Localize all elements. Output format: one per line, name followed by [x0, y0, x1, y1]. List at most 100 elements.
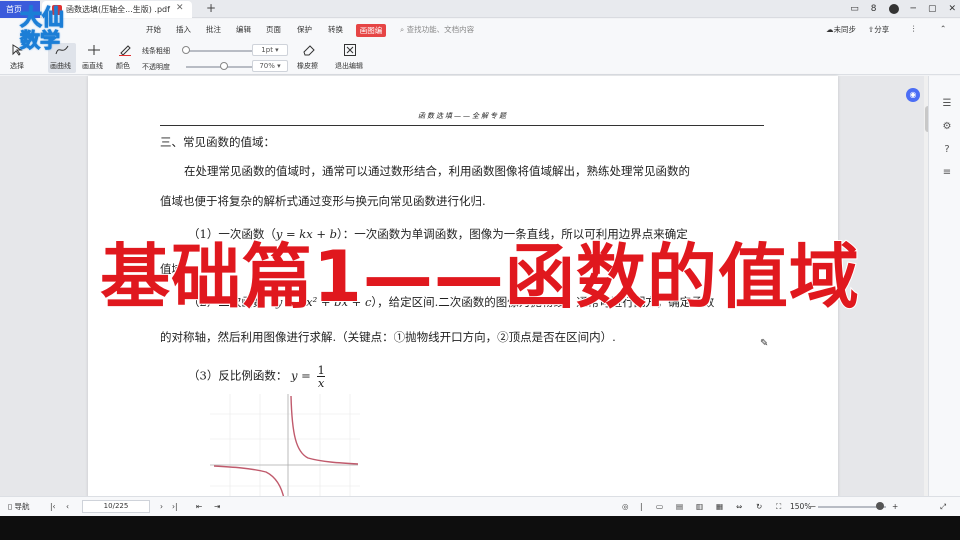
avatar[interactable]: [888, 4, 899, 14]
share-label: 分享: [874, 25, 890, 34]
more-icon[interactable]: ⋮: [910, 24, 918, 33]
free-curve-icon[interactable]: [55, 44, 69, 56]
double-page-icon[interactable]: ▥: [696, 501, 703, 513]
menu-item-convert[interactable]: 转换: [328, 24, 343, 35]
fraction: 1 x: [317, 364, 325, 390]
help-icon[interactable]: ?: [941, 144, 953, 156]
close-window-icon[interactable]: ✕: [948, 0, 956, 18]
line-thickness-label: 线条粗细: [142, 47, 170, 55]
outline-icon[interactable]: ☰: [941, 98, 953, 110]
notification-badge[interactable]: 8: [871, 0, 877, 18]
straight-line-icon[interactable]: [87, 44, 101, 56]
nav-label: 导航: [14, 502, 30, 511]
exit-edit-icon[interactable]: [343, 44, 357, 56]
paragraph-line: 在处理常见函数的值域时，通常可以通过数形结合，利用函数图像将值域解出，熟练处理常…: [184, 164, 690, 178]
sync-status[interactable]: ☁未同步: [826, 24, 856, 35]
fraction-denominator: x: [317, 376, 325, 390]
zoom-in-icon[interactable]: +: [892, 501, 898, 513]
properties-icon[interactable]: ⚙: [941, 121, 953, 133]
share-button[interactable]: ⇧分享: [868, 24, 889, 35]
tab-bar: 首页 函数选填(压轴全...生版) .pdf ✕ + ▭ 8 ─ ▢ ✕: [0, 0, 960, 18]
zoom-level[interactable]: 150%: [790, 501, 811, 513]
fit-width-icon[interactable]: ⇔: [736, 501, 742, 513]
menu-item-edit[interactable]: 编辑: [236, 24, 251, 35]
opacity-select[interactable]: 70% ▾: [252, 60, 288, 72]
draw-toolbar: 选择 画曲线 画直线 颜色 线条粗细 不透明度 1pt ▾ 70% ▾ 橡皮擦 …: [0, 41, 960, 75]
pen-color-icon[interactable]: [118, 44, 132, 56]
first-page-icon[interactable]: |‹: [50, 501, 56, 513]
opacity-slider[interactable]: [186, 66, 252, 68]
thickness-slider-knob[interactable]: [182, 46, 190, 54]
opacity-slider-knob[interactable]: [220, 62, 228, 70]
zoom-slider-knob[interactable]: [876, 502, 884, 510]
exit-edit-label[interactable]: 退出编辑: [335, 61, 363, 71]
opacity-value: 70%: [259, 62, 275, 70]
adjust-icon[interactable]: ≡: [941, 167, 953, 179]
cloud-icon: ☁: [826, 25, 834, 34]
paragraph-line: 的对称轴，然后利用图像进行求解.（关键点：①抛物线开口方向，②顶点是否在区间内）…: [160, 330, 616, 344]
search-input[interactable]: ⌕ 查找功能、文档内容: [400, 24, 474, 35]
fullscreen-icon[interactable]: ⛶: [776, 501, 781, 513]
opacity-label: 不透明度: [142, 63, 170, 71]
eraser-label[interactable]: 橡皮擦: [297, 61, 318, 71]
menu-item-start[interactable]: 开始: [146, 24, 161, 35]
inverse-formula-lhs: y =: [290, 368, 311, 383]
continuous-page-icon[interactable]: ▤: [676, 501, 683, 513]
select-tool-label[interactable]: 选择: [10, 61, 24, 71]
menu-item-annotate[interactable]: 批注: [206, 24, 221, 35]
rotate-icon[interactable]: ↻: [756, 501, 762, 513]
color-label[interactable]: 颜色: [116, 61, 130, 71]
search-placeholder: 查找功能、文档内容: [406, 25, 475, 34]
section-heading: 三、常见函数的值域：: [160, 135, 275, 149]
select-arrow-icon[interactable]: [10, 44, 24, 56]
page-number-input[interactable]: 10/225: [82, 500, 150, 513]
prev-page-icon[interactable]: ‹: [66, 501, 69, 513]
sync-label: 未同步: [833, 25, 857, 34]
status-bar: ▯ 导航 |‹ ‹ 10/225 › ›| ⇤ ⇥ ◎ | ▭ ▤ ▥ ▦ ⇔ …: [0, 496, 960, 516]
thickness-select[interactable]: 1pt ▾: [252, 44, 288, 56]
menu-bar: 开始 插入 批注 编辑 页面 保护 转换 画图编 ⌕ 查找功能、文档内容 ☁未同…: [0, 19, 960, 41]
reading-mode-icon[interactable]: ◎: [622, 501, 629, 513]
divider: |: [640, 502, 643, 511]
book-mode-icon[interactable]: ▦: [716, 501, 723, 513]
menu-item-insert[interactable]: 插入: [176, 24, 191, 35]
header-rule: [160, 125, 764, 126]
tab-close-icon[interactable]: ✕: [176, 0, 184, 17]
forward-icon[interactable]: ⇥: [214, 501, 220, 513]
pdf-file-icon: [52, 5, 62, 15]
inverse-function-graph: [210, 394, 360, 500]
menu-item-protect[interactable]: 保护: [297, 24, 312, 35]
tab-home[interactable]: 首页: [0, 1, 40, 18]
document-tab-title: 函数选填(压轴全...生版) .pdf: [66, 5, 170, 14]
item-prefix: （3）反比例函数：: [188, 368, 288, 383]
single-page-icon[interactable]: ▭: [656, 501, 663, 513]
nav-pane-toggle[interactable]: ▯ 导航: [8, 501, 30, 513]
video-title-overlay: 基础篇1——函数的值域: [99, 235, 860, 319]
last-page-icon[interactable]: ›|: [172, 501, 178, 513]
hyperbola-branch-negative: [213, 465, 286, 500]
zoom-out-icon[interactable]: −: [810, 501, 816, 513]
menu-item-page[interactable]: 页面: [266, 24, 281, 35]
assistant-icon[interactable]: ◉: [906, 88, 920, 102]
expand-icon[interactable]: ⤢: [940, 501, 946, 513]
pdf-reader-window: 首页 函数选填(压轴全...生版) .pdf ✕ + ▭ 8 ─ ▢ ✕ 开始 …: [0, 0, 960, 516]
straight-line-label[interactable]: 画直线: [82, 61, 103, 71]
eraser-icon[interactable]: [302, 44, 316, 56]
free-curve-label[interactable]: 画曲线: [50, 61, 71, 71]
window-controls: ▭ 8 ─ ▢ ✕: [850, 0, 956, 18]
new-tab-icon[interactable]: +: [206, 0, 216, 17]
thickness-slider[interactable]: [186, 50, 252, 52]
next-page-icon[interactable]: ›: [160, 501, 163, 513]
back-icon[interactable]: ⇤: [196, 501, 202, 513]
minimize-icon[interactable]: ─: [911, 0, 916, 18]
item-inverse-function: （3）反比例函数： y = 1 x: [188, 364, 325, 389]
paragraph-line: 值域也便于将复杂的解析式通过变形与换元向常见函数进行化归.: [160, 194, 486, 208]
tab-document[interactable]: 函数选填(压轴全...生版) .pdf: [42, 1, 192, 18]
maximize-icon[interactable]: ▢: [928, 0, 937, 18]
menu-item-draw[interactable]: 画图编: [356, 24, 386, 37]
pen-cursor-icon: ✎: [760, 338, 769, 349]
running-header: 函数选填——全解专题: [418, 112, 508, 120]
collapse-icon[interactable]: ⌃: [940, 24, 946, 33]
layout-icon[interactable]: ▭: [850, 0, 859, 18]
video-letterbox: [0, 516, 960, 540]
